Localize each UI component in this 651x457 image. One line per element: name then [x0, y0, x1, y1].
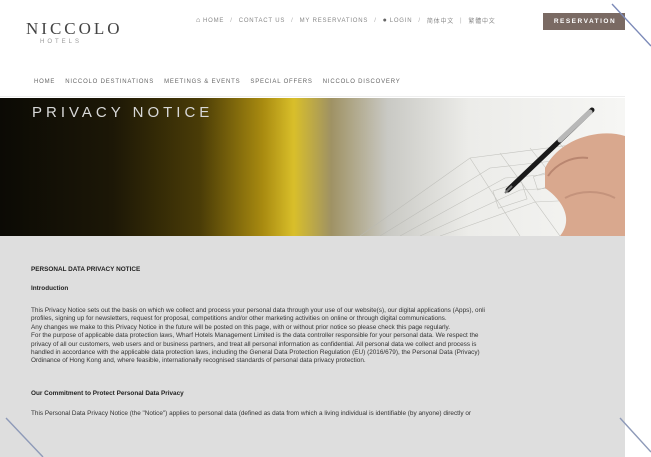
frame-corner-lines [5, 3, 651, 457]
page-screenshot: NICCOLO HOTELS ⌂ HOME / CONTACT US / MY … [0, 0, 651, 457]
